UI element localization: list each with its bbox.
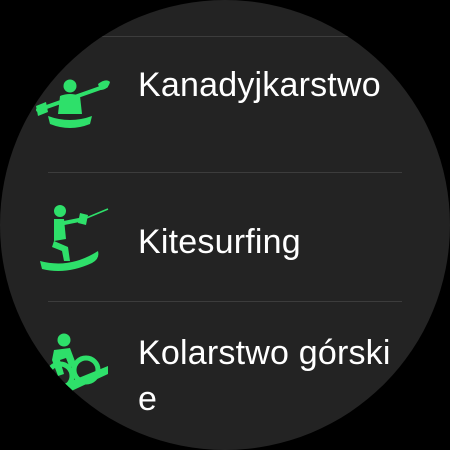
mountain-bike-icon — [30, 330, 110, 410]
divider — [48, 36, 402, 37]
list-item-label: Kanadyjkarstwo — [138, 66, 381, 104]
kayak-icon — [30, 66, 110, 146]
list-item-kanadyjkarstwo[interactable]: Kanadyjkarstwo — [0, 40, 450, 172]
list-item-kitesurfing[interactable]: Kitesurfing — [0, 173, 450, 301]
watch-screen: Kanadyjkarstwo Kitesurfing Kolarstwo gór… — [0, 0, 450, 450]
list-item-label: Kolarstwo górskie — [138, 334, 391, 418]
kitesurf-icon — [30, 199, 110, 279]
list-item-label: Kitesurfing — [138, 223, 301, 261]
list-item-kolarstwo-gorskie[interactable]: Kolarstwo górskie — [0, 302, 450, 442]
